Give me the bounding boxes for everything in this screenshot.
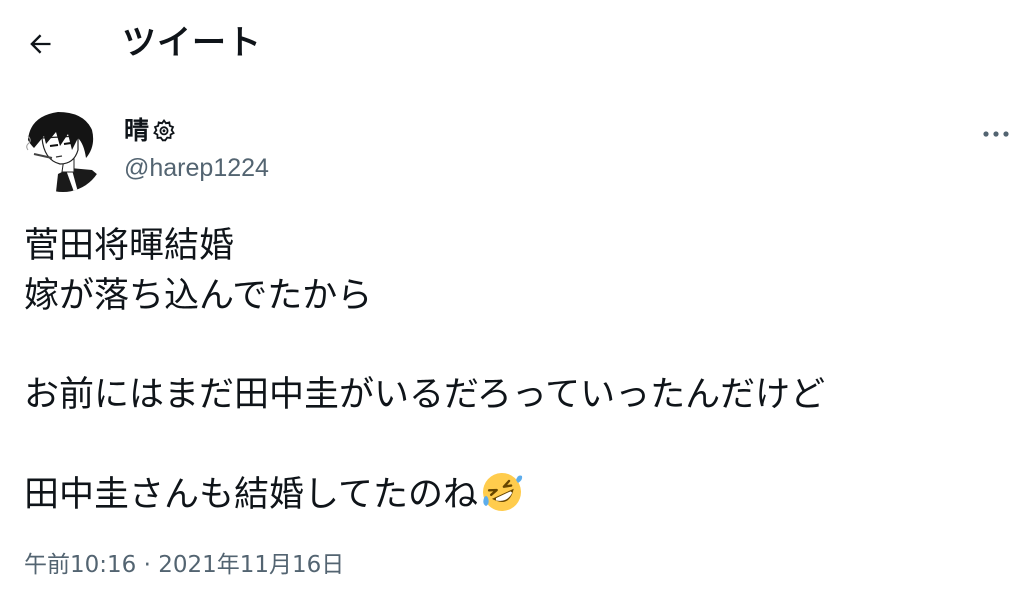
page-title: ツイート [122, 23, 262, 63]
avatar-image [22, 110, 104, 192]
arrow-left-icon [30, 34, 51, 54]
back-button[interactable] [22, 26, 58, 62]
tweet-line-text: 田中圭さんも結婚してたのね [24, 474, 478, 515]
tweet-body: 菅田将暉結婚 嫁が落ち込んでたから お前にはまだ田中圭がいるだろっていったんだけ… [24, 222, 1004, 519]
rolling-on-floor-laughing-emoji-icon [480, 470, 524, 514]
tweet-line: 菅田将暉結婚 [24, 226, 235, 266]
author-display-name[interactable]: 晴 [124, 115, 149, 147]
top-bar: ツイート [0, 0, 1024, 88]
more-options-button[interactable] [978, 120, 1014, 148]
tweet-line: 嫁が落ち込んでたから [24, 275, 373, 316]
tweet-timestamp[interactable]: 午前10:16 · 2021年11月16日 [24, 549, 344, 581]
tweet-line-last: 田中圭さんも結婚してたのね [24, 470, 1004, 520]
ellipsis-icon [983, 131, 1009, 137]
tweet-line: お前にはまだ田中圭がいるだろっていったんだけど [24, 374, 826, 415]
avatar[interactable] [22, 110, 104, 192]
author-name-row: 晴 [124, 115, 177, 147]
author-handle[interactable]: @harep1224 [124, 152, 269, 184]
gear-badge-icon [151, 118, 177, 144]
